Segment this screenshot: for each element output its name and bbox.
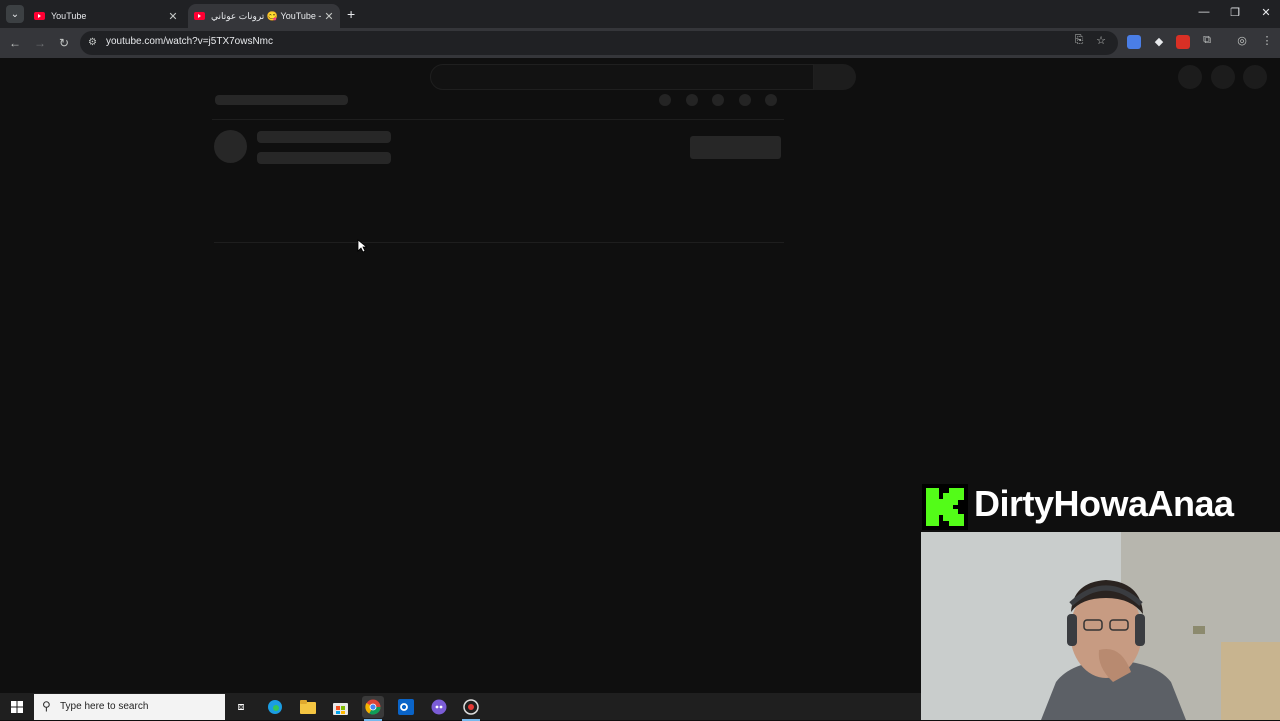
tab-search-button[interactable]: ⌄ [6,5,24,23]
channel-avatar-placeholder [214,130,247,163]
recording-app-icon[interactable] [460,696,482,721]
taskbar-search-placeholder[interactable]: Type here to search [60,701,148,712]
extensions-puzzle-icon[interactable]: ⧉ [1199,34,1215,47]
outlook-icon[interactable] [395,696,417,718]
youtube-search-input[interactable] [430,64,814,90]
back-button[interactable]: ← [6,34,24,52]
windows-logo-icon [11,700,23,713]
youtube-favicon-icon [194,12,205,20]
tab-strip: ⌄ YouTube ✕ ترونات عوتاني 😋 YouTube - A:… [0,0,1280,28]
diamond-extension-icon[interactable]: ◆ [1152,35,1166,49]
minimize-button[interactable]: — [1192,6,1216,18]
webcam-person-image [921,532,1280,720]
tab-youtube[interactable]: YouTube ✕ [28,4,184,28]
install-app-icon[interactable]: ⎘ [1071,34,1087,47]
notifications-placeholder[interactable] [1211,65,1235,89]
streamer-name: DirtyHowaAnaa [974,483,1234,524]
microsoft-store-icon[interactable] [329,696,351,718]
edge-browser-icon[interactable] [264,696,286,718]
discord-like-app-icon[interactable] [428,696,450,718]
tab-title: YouTube [51,11,87,21]
task-view-icon[interactable]: ⧈ [230,696,252,718]
tab-title: ترونات عوتاني 😋 YouTube - A: [211,10,322,21]
new-tab-button[interactable]: + [347,6,355,22]
avatar-placeholder[interactable] [1243,65,1267,89]
search-icon: ⚲ [42,699,51,713]
youtube-favicon-icon [34,12,45,20]
menu-kebab-icon[interactable]: ⋮ [1259,34,1275,47]
action-placeholder [659,94,671,106]
create-button-placeholder[interactable] [1178,65,1202,89]
taskbar-search-box[interactable]: ⚲ Type here to search [34,694,225,720]
address-bar[interactable]: ⚙ youtube.com/watch?v=j5TX7owsNmc [80,31,1118,55]
webcam-feed [921,532,1280,720]
divider [212,119,784,120]
close-icon[interactable]: ✕ [166,10,180,23]
windows-taskbar: ⚲ Type here to search ⧈ [0,693,921,721]
close-window-button[interactable]: ✕ [1254,6,1278,19]
mouse-cursor-icon [357,239,367,253]
chrome-icon[interactable] [362,696,384,721]
file-explorer-icon[interactable] [297,696,319,718]
youtube-search-button[interactable] [814,64,856,90]
close-icon[interactable]: ✕ [322,10,336,23]
forward-button[interactable]: → [31,34,49,52]
browser-toolbar: ← → ↻ ⚙ youtube.com/watch?v=j5TX7owsNmc … [0,28,1280,58]
action-placeholder [765,94,777,106]
channel-name-placeholder [257,131,391,143]
bookmark-star-icon[interactable]: ☆ [1093,34,1109,47]
kick-logo [922,484,968,530]
url-text[interactable]: youtube.com/watch?v=j5TX7owsNmc [106,36,273,47]
action-placeholder [739,94,751,106]
divider [214,242,784,243]
action-placeholder [686,94,698,106]
reload-button[interactable]: ↻ [55,34,73,52]
translate-extension-icon[interactable] [1127,35,1141,49]
start-button[interactable] [0,693,34,720]
red-extension-icon[interactable] [1176,35,1190,49]
subscribe-button-placeholder[interactable] [690,136,781,159]
profile-icon[interactable]: ◎ [1234,34,1250,47]
action-placeholder [712,94,724,106]
kick-k-icon [926,488,964,526]
tab-youtube-video[interactable]: ترونات عوتاني 😋 YouTube - A: ✕ [188,4,340,28]
subscriber-count-placeholder [257,152,391,164]
site-info-icon[interactable]: ⚙ [88,37,99,48]
chevron-down-icon: ⌄ [10,8,20,20]
video-title-placeholder [215,95,348,105]
restore-button[interactable]: ❐ [1223,6,1247,19]
